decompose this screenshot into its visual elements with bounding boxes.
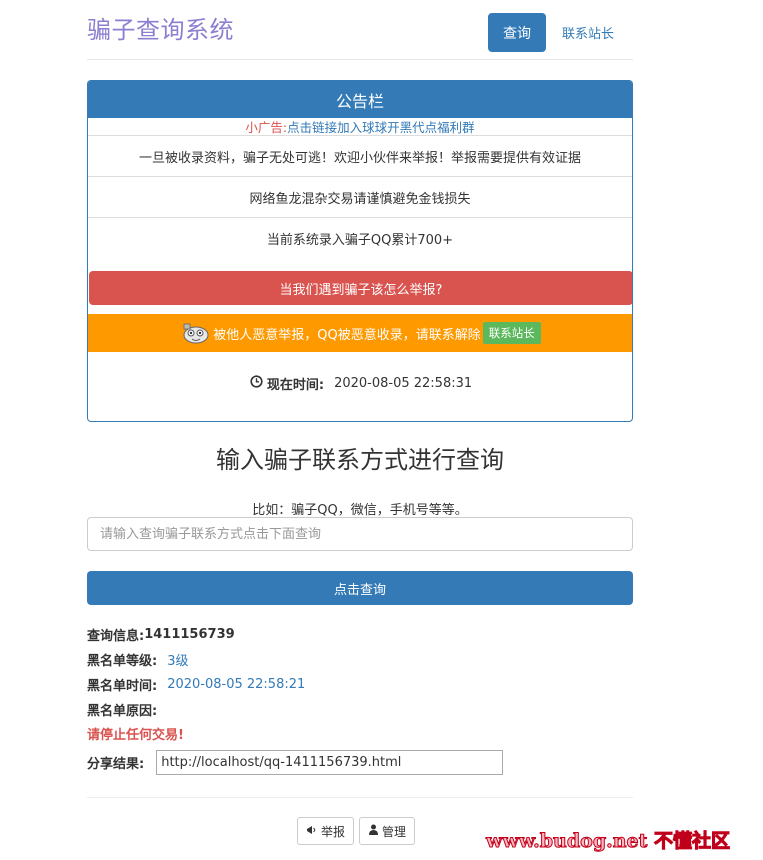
admin-button[interactable]: 管理 bbox=[359, 817, 416, 845]
result-reason-label: 黑名单原因: bbox=[87, 703, 158, 719]
ad-link[interactable]: 点击链接加入球球开黑代点福利群 bbox=[287, 117, 475, 136]
result-time-row: 黑名单时间: 2020-08-05 22:58:21 bbox=[87, 675, 633, 694]
search-title: 输入骗子联系方式进行查询 bbox=[216, 446, 504, 474]
current-time-label: 现在时间: bbox=[266, 377, 325, 393]
result-share-row: 分享结果: bbox=[87, 749, 633, 775]
notice-item: 当前系统录入骗子QQ累计700+ bbox=[266, 233, 454, 248]
report-button-label: 举报 bbox=[321, 824, 346, 839]
panel-title: 公告栏 bbox=[88, 81, 632, 118]
result-time-label: 黑名单时间: bbox=[87, 678, 158, 694]
result-warning-row: 请停止任何交易! bbox=[87, 724, 633, 743]
report-button[interactable]: 举报 bbox=[297, 817, 355, 845]
admin-button-label: 管理 bbox=[382, 824, 407, 839]
how-to-report-button[interactable]: 当我们遇到骗子该怎么举报? bbox=[89, 271, 632, 305]
share-url-input[interactable] bbox=[156, 749, 504, 775]
result-time-value: 2020-08-05 22:58:21 bbox=[167, 676, 306, 692]
user-icon bbox=[368, 824, 379, 838]
nav-query-button[interactable]: 查询 bbox=[488, 13, 546, 52]
result-level-label: 黑名单等级: bbox=[87, 653, 158, 669]
current-time-value: 2020-08-05 22:58:31 bbox=[334, 375, 473, 391]
result-share-label: 分享结果: bbox=[87, 756, 145, 772]
search-hint: 比如：骗子QQ，微信，手机号等等。 bbox=[252, 503, 468, 518]
complaint-text: 被他人恶意举报，QQ被恶意收录，请联系解除 bbox=[213, 327, 481, 343]
result-reason-row: 黑名单原因: bbox=[87, 700, 633, 719]
complaint-bar: 被他人恶意举报，QQ被恶意收录，请联系解除 联系站长 bbox=[88, 314, 632, 352]
result-level-row: 黑名单等级: 3级 bbox=[87, 650, 633, 669]
header-divider bbox=[87, 59, 633, 60]
current-time-row: 现在时间: 2020-08-05 22:58:31 bbox=[88, 373, 632, 393]
result-warning: 请停止任何交易! bbox=[87, 727, 184, 743]
site-brand[interactable]: 骗子查询系统 bbox=[87, 10, 234, 45]
ad-line: 小广告: 点击链接加入球球开黑代点福利群 bbox=[88, 118, 632, 136]
bullhorn-icon bbox=[306, 825, 318, 838]
site-watermark: www.budog.net 不懂社区 bbox=[485, 830, 731, 853]
result-query-value: 1411156739 bbox=[144, 626, 235, 642]
footer-divider bbox=[87, 797, 633, 798]
contact-admin-badge[interactable]: 联系站长 bbox=[482, 322, 541, 344]
ad-prefix: 小广告: bbox=[245, 120, 288, 135]
result-query-label: 查询信息: bbox=[87, 628, 145, 644]
announcement-panel: 公告栏 小广告: 点击链接加入球球开黑代点福利群 一旦被收录资料，骗子无处可逃！… bbox=[87, 80, 633, 422]
result-query-row: 查询信息: 1411156739 bbox=[87, 625, 633, 644]
search-input[interactable] bbox=[87, 517, 633, 551]
notice-item: 一旦被收录资料，骗子无处可逃！欢迎小伙伴来举报！举报需要提供有效证据 bbox=[88, 136, 632, 177]
clock-icon bbox=[250, 374, 263, 392]
nav-contact-link[interactable]: 联系站长 bbox=[562, 13, 614, 52]
notice-item: 网络鱼龙混杂交易请谨慎避免金钱损失 bbox=[88, 177, 632, 218]
result-level-value: 3级 bbox=[167, 653, 189, 669]
footer-buttons: 举报 管理 bbox=[297, 817, 416, 845]
mascot-icon bbox=[181, 322, 211, 344]
submit-query-button[interactable]: 点击查询 bbox=[87, 571, 633, 605]
